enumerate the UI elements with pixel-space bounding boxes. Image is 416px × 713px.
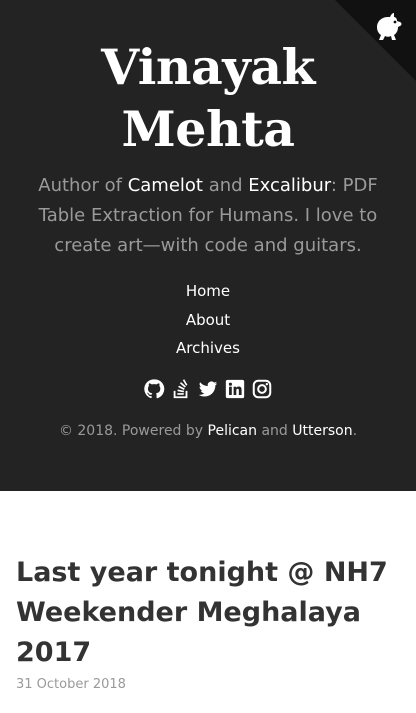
post-title[interactable]: Last year tonight @ NH7 Weekender Meghal… xyxy=(16,547,400,673)
nav-item-about: About xyxy=(0,308,416,337)
social-links xyxy=(0,378,416,400)
excalibur-link[interactable]: Excalibur xyxy=(248,175,331,196)
post-date: 31 October 2018 xyxy=(16,677,126,692)
camelot-link[interactable]: Camelot xyxy=(128,175,203,196)
sidebar: Vinayak Mehta Author of Camelot and Exca… xyxy=(0,0,416,491)
linkedin-icon[interactable] xyxy=(224,378,246,400)
tagline-middle: and xyxy=(202,175,249,196)
sidebar-nav: Home About Archives xyxy=(0,279,416,365)
twitter-icon[interactable] xyxy=(197,378,219,400)
tagline: Author of Camelot and Excalibur: PDF Tab… xyxy=(34,171,382,261)
tagline-prefix: Author of xyxy=(38,175,128,196)
main-content: Last year tonight @ NH7 Weekender Meghal… xyxy=(0,491,416,694)
copyright: © 2018. Powered by Pelican and Utterson. xyxy=(0,420,416,442)
post: Last year tonight @ NH7 Weekender Meghal… xyxy=(16,547,400,694)
utterson-link[interactable]: Utterson xyxy=(292,423,352,439)
nav-link-archives[interactable]: Archives xyxy=(176,339,240,357)
site-title[interactable]: Vinayak Mehta xyxy=(0,36,416,160)
copyright-middle: and xyxy=(257,423,293,439)
copyright-suffix: . xyxy=(352,423,358,439)
instagram-icon[interactable] xyxy=(251,378,273,400)
nav-item-home: Home xyxy=(0,279,416,308)
nav-item-archives: Archives xyxy=(0,336,416,365)
pelican-link[interactable]: Pelican xyxy=(208,423,258,439)
nav-link-about[interactable]: About xyxy=(186,311,230,329)
github-icon[interactable] xyxy=(143,378,165,400)
copyright-prefix: © 2018. Powered by xyxy=(58,423,208,439)
nav-link-home[interactable]: Home xyxy=(186,282,230,300)
stackoverflow-icon[interactable] xyxy=(170,378,192,400)
